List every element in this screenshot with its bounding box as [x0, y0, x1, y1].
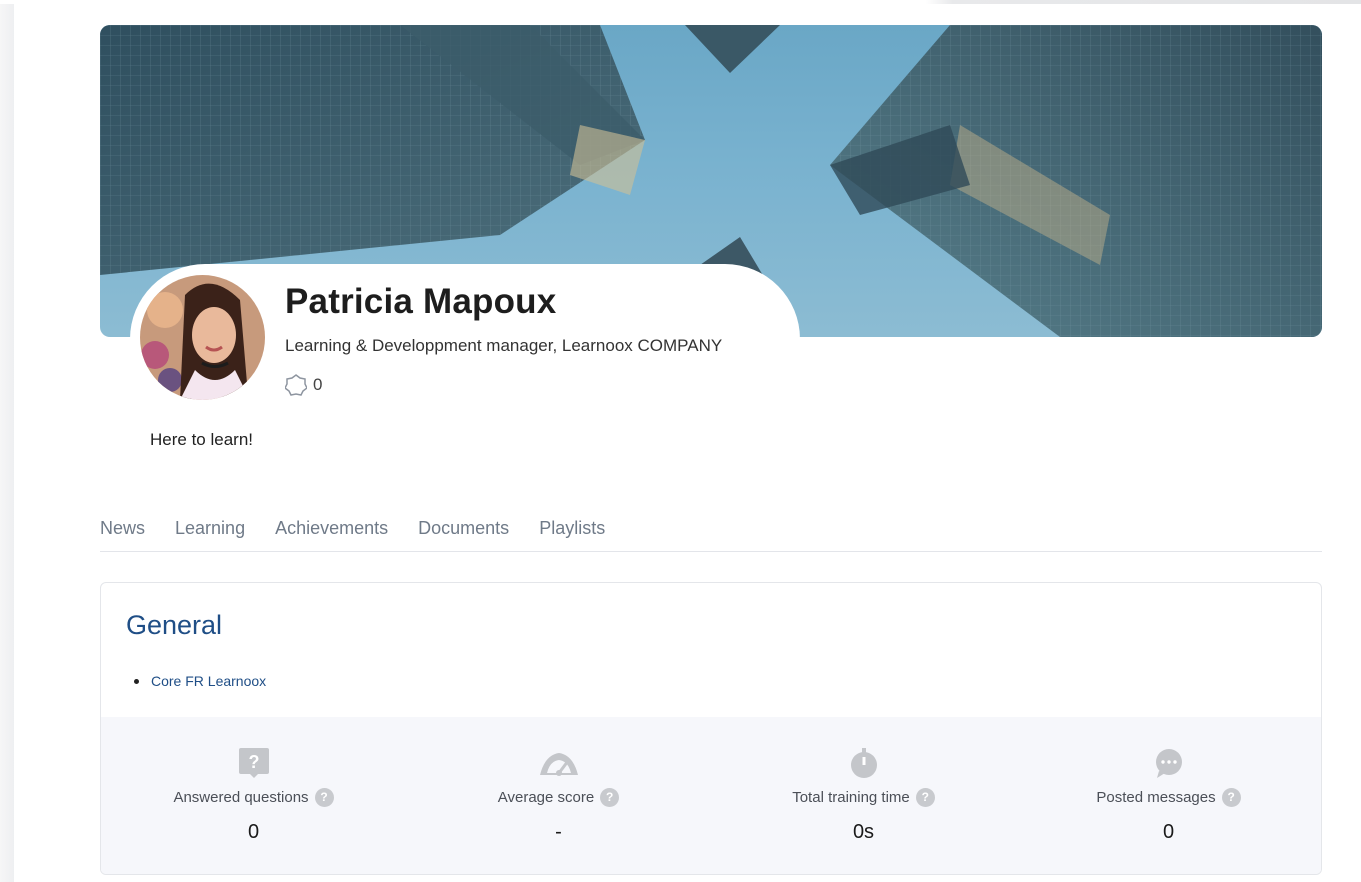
tab-learning[interactable]: Learning: [175, 515, 245, 551]
stat-label: Posted messages: [1096, 789, 1216, 806]
stat-label: Total training time: [792, 789, 910, 806]
list-item[interactable]: Core FR Learnoox: [134, 673, 266, 689]
general-title: General: [126, 610, 223, 640]
general-card: General Core FR Learnoox ? Answered ques…: [100, 582, 1322, 875]
group-link[interactable]: Core FR Learnoox: [151, 673, 266, 689]
tab-news[interactable]: News: [100, 515, 145, 551]
help-icon[interactable]: ?: [600, 788, 620, 807]
chat-bubble-icon: [1153, 747, 1185, 784]
stat-value: 0: [247, 821, 260, 843]
badge-icon: [285, 374, 307, 396]
svg-text:?: ?: [248, 752, 259, 772]
stat-value: 0: [1162, 821, 1175, 843]
tab-achievements[interactable]: Achievements: [275, 515, 388, 551]
help-icon[interactable]: ?: [1221, 788, 1241, 807]
tab-playlists[interactable]: Playlists: [539, 515, 605, 551]
points-count: 0: [313, 375, 323, 394]
stat-value: -: [555, 821, 562, 843]
help-icon[interactable]: ?: [314, 788, 334, 807]
speedometer-icon: [537, 747, 581, 784]
avatar[interactable]: [140, 275, 265, 400]
profile-tabs: News Learning Achievements Documents Pla…: [100, 515, 1322, 552]
profile-name: Patricia Mapoux: [285, 282, 557, 321]
stat-label: Average score: [497, 789, 595, 806]
bullet: [134, 678, 139, 684]
help-icon[interactable]: ?: [915, 788, 935, 807]
stat-label: Answered questions: [173, 789, 309, 806]
profile-bio: Here to learn!: [150, 430, 253, 449]
tab-documents[interactable]: Documents: [418, 515, 509, 551]
stopwatch-icon: [849, 747, 879, 784]
question-icon: ?: [238, 747, 270, 784]
avatar-photo: [140, 275, 265, 400]
points-indicator: 0: [285, 374, 322, 396]
window-left-edge: [0, 0, 14, 882]
stat-value: 0s: [852, 821, 875, 843]
stats-panel: ? Answered questions ? 0 Average score ?…: [101, 717, 1321, 874]
profile-job-title: Learning & Developpment manager, Learnoo…: [285, 336, 723, 355]
